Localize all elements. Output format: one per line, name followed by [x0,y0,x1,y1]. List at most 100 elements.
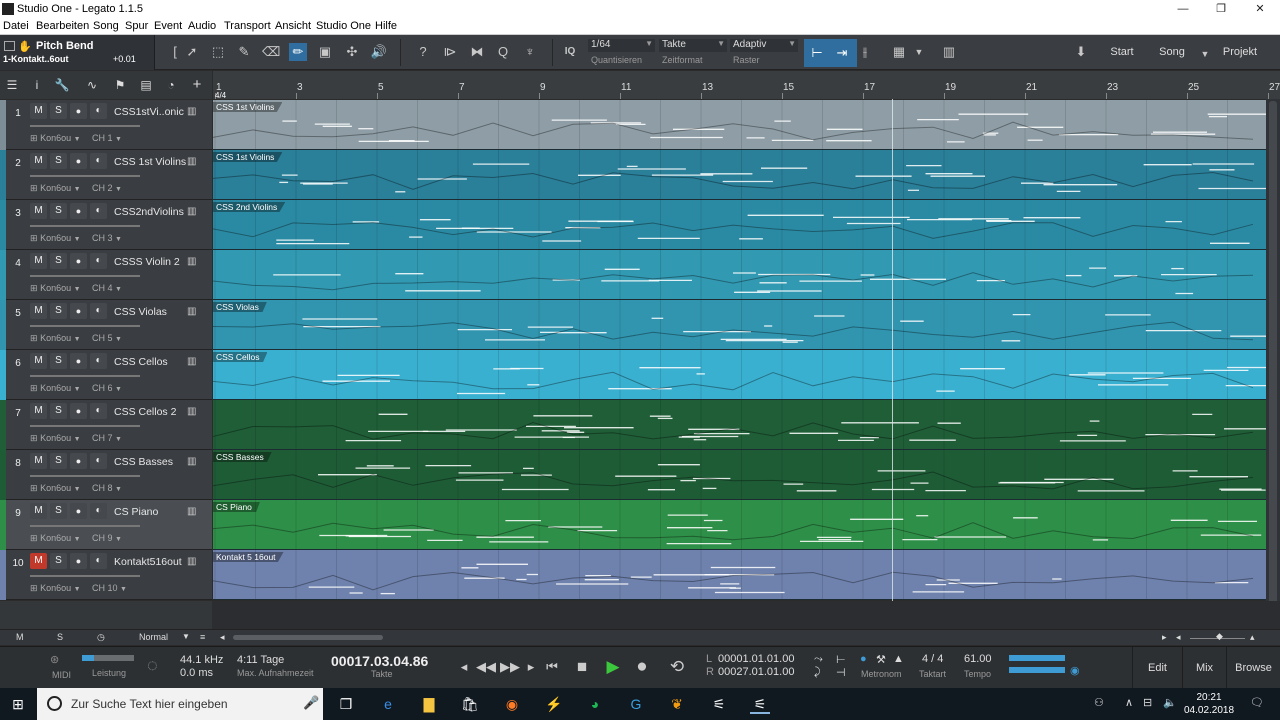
record-arm-icon[interactable]: ● [70,253,87,269]
close-button[interactable]: ✕ [1245,2,1275,16]
instrument-output-dropdown[interactable]: ⊞ Kon6ou ▼ [30,333,88,346]
metronome-tool-icon[interactable]: ♆ [521,43,539,61]
menu-hilfe[interactable]: Hilfe [375,20,397,32]
track-volume-fader[interactable] [30,225,140,227]
note-events[interactable] [213,150,1266,200]
instrument-output-dropdown[interactable]: ⊞ Kon6ou ▼ [30,483,88,496]
listen-tool-icon[interactable]: 🔊 [370,43,388,61]
note-events[interactable] [213,400,1266,450]
record-arm-icon[interactable]: ● [70,353,87,369]
midi-channel-dropdown[interactable]: CH 9 ▼ [92,533,138,546]
menu-studio-one[interactable]: Studio One [316,20,371,32]
instrument-output-dropdown[interactable]: ⊞ Kon6ou ▼ [30,133,88,146]
snap-events-icon[interactable]: ⇥ [833,44,851,62]
monitor-icon[interactable]: ◐ [90,103,107,119]
tempo-icon[interactable]: ◔ [163,77,179,93]
menu-event[interactable]: Event [154,20,182,32]
project-page-button[interactable]: Projekt [1218,35,1262,70]
tempo-value[interactable]: 61.00 [964,653,992,665]
track-lane[interactable]: CSS Cellos [213,350,1266,400]
solo-button[interactable]: S [50,203,67,219]
keyboard-icon[interactable]: ▥ [187,406,196,417]
bend-tool-icon[interactable]: ✣ [343,43,361,61]
track-header[interactable]: 1 M S ● ◐ CSS1stVi..onic ▥ ⊞ Kon6ou ▼ CH 1 ▼ [0,100,212,150]
note-events[interactable] [213,300,1266,350]
fl-studio-icon[interactable]: ❦ [667,694,687,714]
track-lane[interactable]: CS Piano [213,500,1266,550]
track-header[interactable]: 10 M S ● ◐ Kontakt516out ▥ ⊞ Kon6ou ▼ CH 10 ▼ [0,550,212,600]
file-explorer-icon[interactable]: ▇ [419,694,439,714]
studio-one-active-icon[interactable]: ⚟ [750,694,770,714]
track-header[interactable]: 4 M S ● ◐ CSSS Violin 2 ▥ ⊞ Kon6ou ▼ CH 4 ▼ [0,250,212,300]
instrument-output-dropdown[interactable]: ⊞ Kon6ou ▼ [30,533,88,546]
mute-tool-icon[interactable]: ▣ [316,43,334,61]
midi-channel-dropdown[interactable]: CH 3 ▼ [92,233,138,246]
midi-channel-dropdown[interactable]: CH 4 ▼ [92,283,138,296]
keyboard-icon[interactable]: ▥ [187,156,196,167]
minimize-button[interactable]: — [1168,2,1198,16]
punch-icon[interactable]: ⊢ [836,653,846,666]
rewind-icon[interactable]: ◀◀ [476,657,496,677]
track-name[interactable]: CSS Basses [114,456,186,468]
chevron-down-icon[interactable]: ▼ [1196,45,1214,63]
position-display[interactable]: 00017.03.04.86 [331,653,428,669]
return-to-zero-icon[interactable]: ⏮ [542,657,562,677]
snap-both-icon[interactable]: ⧓ [468,43,486,61]
instrument-output-dropdown[interactable]: ⊞ Kon6ou ▼ [30,183,88,196]
record-arm-icon[interactable]: ● [70,553,87,569]
precount-icon[interactable]: ⤳ [814,653,823,666]
metronome-triangle-icon[interactable]: ▲ [893,653,904,665]
monitor-icon[interactable]: ◐ [90,203,107,219]
eraser-tool-icon[interactable]: ⌫ [262,43,280,61]
track-lane[interactable]: CSS 1st Violins [213,100,1266,150]
play-icon[interactable]: ▶ [603,657,623,677]
loop-right-position[interactable]: 00027.01.01.00 [718,666,794,678]
track-color-strip[interactable] [0,350,6,400]
solo-button[interactable]: S [50,403,67,419]
automation-icon[interactable]: ∿ [84,77,100,93]
track-volume-fader[interactable] [30,375,140,377]
track-volume-fader[interactable] [30,525,140,527]
track-color-strip[interactable] [0,400,6,450]
arranger-icon[interactable]: ▤ [138,77,154,93]
song-page-button[interactable]: Song [1150,35,1194,70]
note-events[interactable] [213,450,1266,500]
track-name[interactable]: CSS2ndViolins [114,206,186,218]
record-arm-icon[interactable]: ● [70,303,87,319]
track-name[interactable]: CSS1stVi..onic [114,106,186,118]
metronome-active-icon[interactable]: ● [860,653,867,665]
logitech-icon[interactable]: G [626,694,646,714]
monitor-icon[interactable]: ◐ [90,453,107,469]
sync-icon[interactable]: ◌ [147,655,158,676]
spotify-icon[interactable]: ◕ [585,694,605,714]
add-track-icon[interactable]: + [189,77,205,93]
tray-chevron-icon[interactable]: ∧ [1125,696,1133,709]
note-events[interactable] [213,100,1266,150]
track-lane[interactable]: Kontakt 5 16out [213,550,1266,600]
monitor-icon[interactable]: ◐ [90,503,107,519]
record-arm-icon[interactable]: ● [70,403,87,419]
scrollbar-thumb[interactable] [1269,101,1277,606]
note-events[interactable] [213,550,1266,600]
track-name[interactable]: Kontakt516out [114,556,186,568]
studio-one-icon[interactable]: ⚟ [709,694,729,714]
instrument-output-dropdown[interactable]: ⊞ Kon6ou ▼ [30,433,88,446]
info-toggle-icon[interactable] [4,41,15,51]
chevron-down-icon[interactable]: ▼ [910,43,928,61]
solo-button[interactable]: S [50,253,67,269]
film-icon[interactable]: ▥ [940,43,958,61]
track-color-strip[interactable] [0,300,6,350]
global-mute-button[interactable]: M [16,632,24,642]
notifications-icon[interactable]: 🗨 [1250,696,1264,709]
volume-icon[interactable]: 🔈 [1163,696,1177,709]
record-mode-icon[interactable]: ⊣ [836,666,846,679]
autopunch-icon[interactable]: ⤸ [814,666,821,679]
wrench-icon[interactable]: 🔧 [54,77,70,93]
menu-ansicht[interactable]: Ansicht [275,20,311,32]
forward-icon[interactable]: ▶▶ [500,657,520,677]
vertical-scrollbar[interactable] [1266,99,1280,629]
track-lane[interactable] [213,250,1266,300]
range-tool-icon[interactable]: ⬚ [209,43,227,61]
record-arm-icon[interactable]: ● [70,203,87,219]
midi-channel-dropdown[interactable]: CH 7 ▼ [92,433,138,446]
